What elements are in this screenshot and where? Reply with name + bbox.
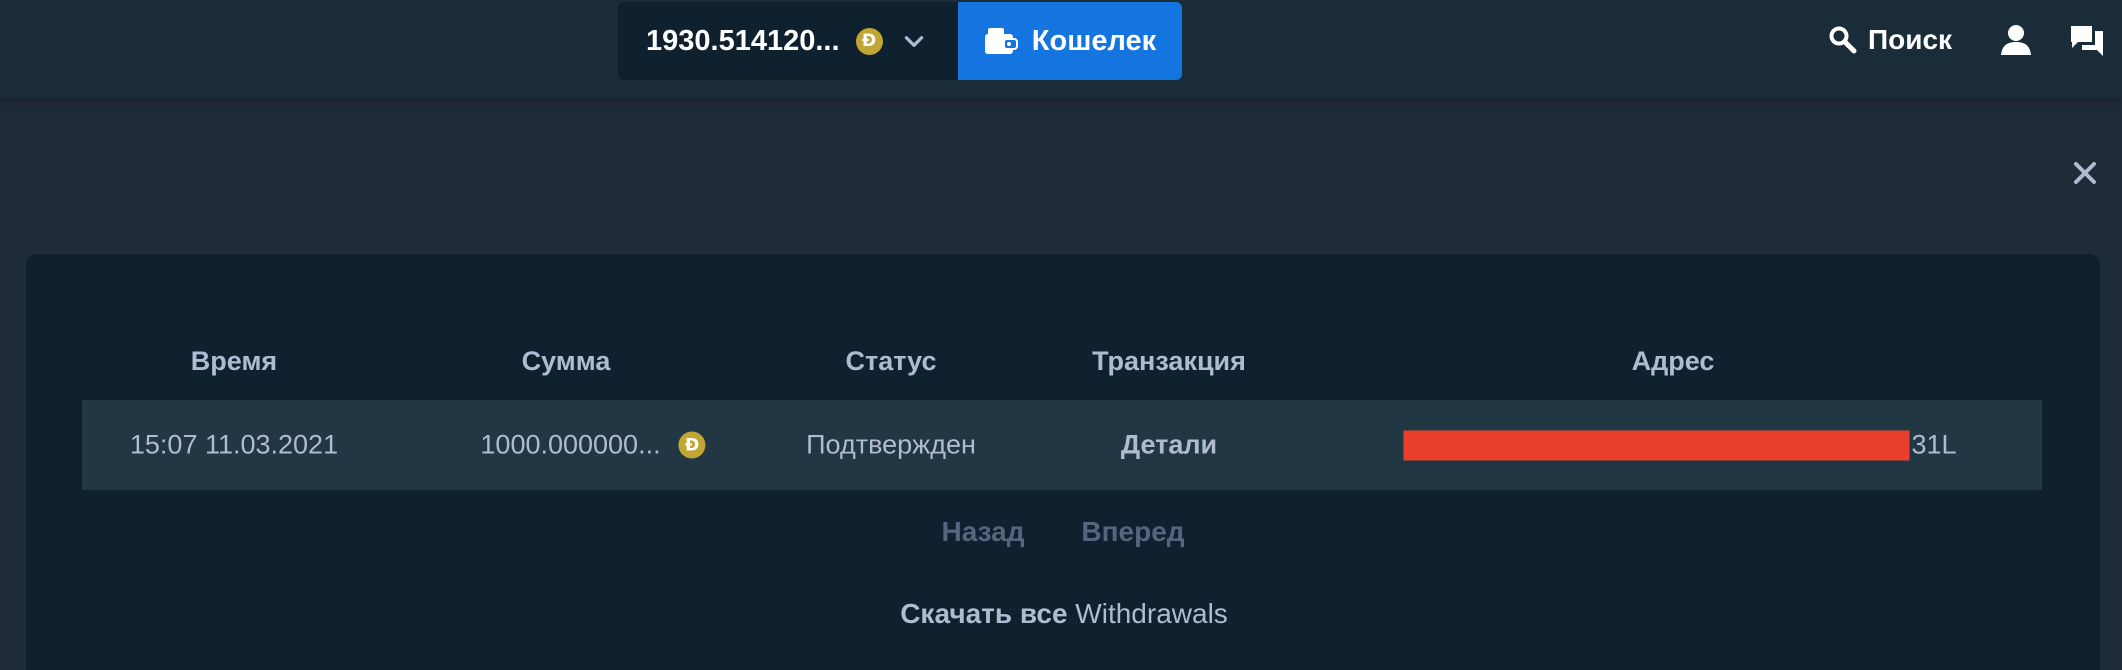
chat-icon[interactable] (2070, 24, 2104, 56)
balance-amount: 1930.514120... (646, 24, 840, 57)
row-amount: 1000.000000... (480, 429, 661, 460)
dogecoin-icon: Ð (678, 431, 706, 459)
balance-selector[interactable]: 1930.514120... Ð (618, 2, 958, 80)
details-link[interactable]: Детали (1121, 430, 1217, 461)
next-page-button[interactable]: Вперед (1081, 516, 1184, 548)
column-header-amount: Сумма (521, 346, 611, 376)
chevron-down-icon (904, 36, 923, 47)
user-icon[interactable] (2000, 24, 2032, 56)
row-address[interactable]: 31L (1403, 429, 1957, 461)
close-icon[interactable] (2072, 160, 2098, 186)
search-icon (1829, 26, 1857, 54)
download-suffix: Withdrawals (1075, 598, 1228, 629)
row-time: 15:07 11.03.2021 (129, 429, 339, 460)
prev-page-button[interactable]: Назад (941, 516, 1024, 548)
redaction-bar (1403, 430, 1910, 460)
dogecoin-icon: Ð (855, 27, 883, 55)
withdrawals-panel: Время Сумма Статус Транзакция Адрес 15:0… (26, 254, 2100, 670)
row-amount-cell: 1000.000000... Ð (480, 429, 706, 461)
row-status: Подтвержден (806, 429, 976, 460)
column-header-address: Адрес (1631, 346, 1715, 376)
search-button[interactable]: Поиск (1828, 20, 1952, 60)
top-bar: 1930.514120... Ð Кошелек Поиск (0, 0, 2122, 98)
wallet-label: Кошелек (1031, 24, 1157, 57)
table-row: 15:07 11.03.2021 1000.000000... Ð Подтве… (82, 400, 2042, 490)
column-header-transaction: Транзакция (1092, 346, 1246, 376)
download-label: Скачать все (900, 598, 1068, 629)
column-header-time: Время (190, 346, 278, 376)
column-header-status: Статус (845, 346, 937, 376)
wallet-button[interactable]: Кошелек (958, 2, 1182, 80)
download-all-link[interactable]: Скачать все Withdrawals (900, 598, 1228, 630)
wallet-icon (984, 28, 1018, 54)
search-label: Поиск (1868, 24, 1953, 55)
row-address-tail: 31L (1911, 429, 1957, 460)
